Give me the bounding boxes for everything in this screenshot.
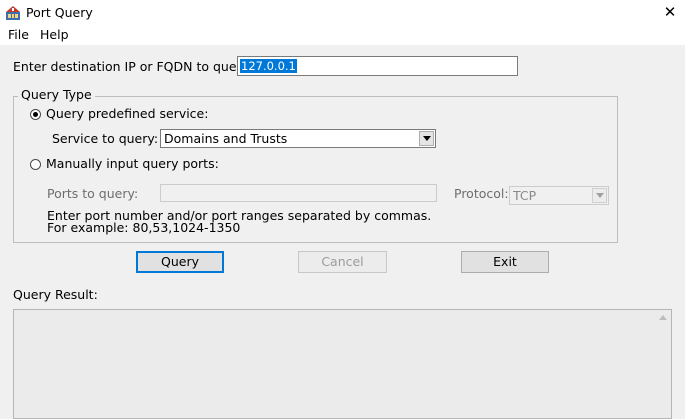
port-query-app-icon: [6, 6, 20, 20]
query-type-legend: Query Type: [18, 87, 95, 102]
predefined-service-label[interactable]: Query predefined service:: [46, 106, 208, 121]
query-result-label: Query Result:: [13, 287, 98, 302]
protocol-select-value: TCP: [513, 188, 537, 203]
predefined-service-radio[interactable]: [30, 109, 41, 120]
protocol-select[interactable]: TCP: [509, 186, 609, 205]
scroll-up-arrow-icon[interactable]: [659, 315, 667, 320]
ports-help-line2: For example: 80,53,1024-1350: [47, 220, 241, 235]
destination-input-value: 127.0.0.1: [240, 59, 297, 73]
close-icon[interactable]: ✕: [662, 3, 678, 21]
manual-ports-radio[interactable]: [30, 159, 41, 170]
title-bar: [0, 0, 685, 26]
protocol-select-dropdown-button[interactable]: [592, 188, 607, 203]
window-title: Port Query: [26, 5, 93, 20]
exit-button[interactable]: Exit: [461, 251, 549, 273]
menu-bar: [0, 26, 685, 45]
destination-label: Enter destination IP or FQDN to query:: [13, 59, 253, 74]
destination-input[interactable]: 127.0.0.1: [237, 56, 518, 76]
service-select[interactable]: Domains and Trusts: [160, 129, 436, 148]
menu-help[interactable]: Help: [40, 27, 69, 42]
query-button[interactable]: Query: [136, 251, 224, 273]
ports-to-query-label: Ports to query:: [47, 186, 139, 201]
service-to-query-label: Service to query:: [52, 131, 159, 146]
menu-file[interactable]: File: [8, 27, 29, 42]
query-result-textarea[interactable]: [13, 309, 672, 419]
chevron-down-icon: [423, 136, 431, 141]
chevron-down-icon: [596, 193, 604, 198]
cancel-button[interactable]: Cancel: [298, 251, 387, 273]
service-select-dropdown-button[interactable]: [419, 131, 434, 146]
service-select-value: Domains and Trusts: [164, 131, 288, 146]
manual-ports-label[interactable]: Manually input query ports:: [46, 156, 219, 171]
ports-input[interactable]: [160, 184, 437, 202]
protocol-label: Protocol:: [454, 186, 509, 201]
